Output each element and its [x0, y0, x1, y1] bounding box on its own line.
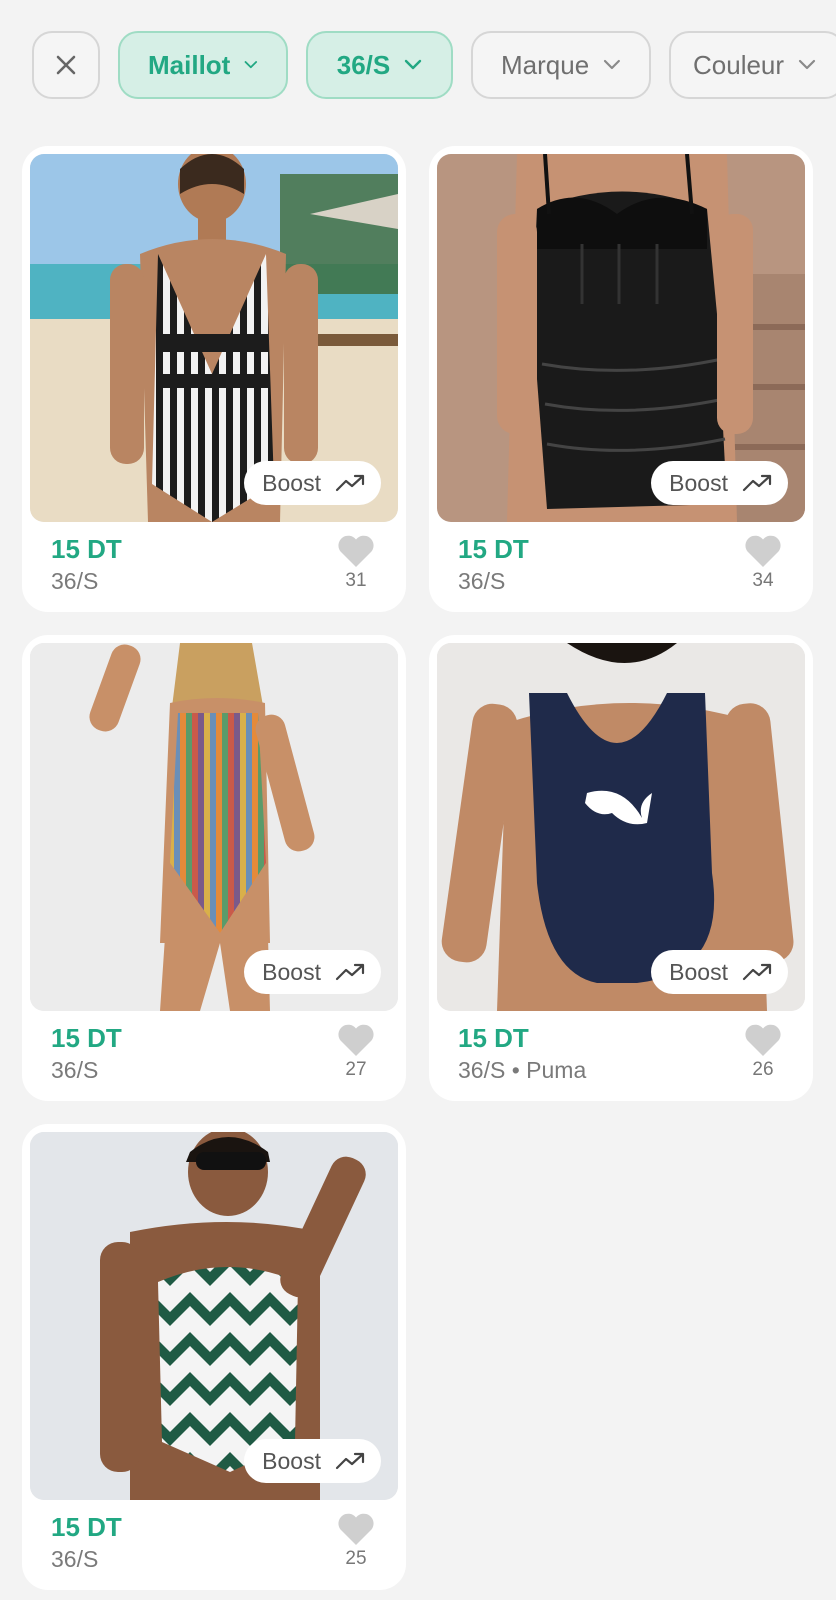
- boost-label: Boost: [669, 469, 728, 496]
- product-card[interactable]: Boost 15 DT 36/S 31: [22, 146, 406, 612]
- like-button[interactable]: 25: [334, 1512, 378, 1570]
- boost-label: Boost: [262, 469, 321, 496]
- trending-up-icon: [742, 474, 772, 492]
- product-price: 15 DT: [51, 1512, 122, 1542]
- trending-up-icon: [742, 963, 772, 981]
- product-size: 36/S: [51, 568, 99, 594]
- like-button[interactable]: 34: [741, 534, 785, 592]
- filter-chip-label: Maillot: [148, 49, 231, 80]
- chevron-down-icon: [405, 59, 422, 70]
- filter-chip-size[interactable]: 36/S: [306, 31, 453, 99]
- product-price: 15 DT: [51, 534, 122, 564]
- like-count: 31: [345, 570, 367, 591]
- product-grid: Boost 15 DT 36/S 31 Boost 15 DT 36/S 34 …: [22, 146, 813, 1590]
- heart-icon: [338, 535, 374, 567]
- heart-icon: [338, 1024, 374, 1056]
- product-image[interactable]: Boost: [30, 643, 398, 1011]
- product-card[interactable]: Boost 15 DT 36/S 25: [22, 1124, 406, 1590]
- boost-label: Boost: [262, 958, 321, 985]
- product-size: 36/S • Puma: [458, 1057, 587, 1083]
- product-card[interactable]: Boost 15 DT 36/S • Puma 26: [429, 635, 813, 1101]
- product-image[interactable]: Boost: [437, 643, 805, 1011]
- like-button[interactable]: 27: [334, 1023, 378, 1081]
- product-price: 15 DT: [458, 1023, 529, 1053]
- filter-chip-label: Couleur: [693, 49, 785, 80]
- filter-chip-label: 36/S: [336, 49, 391, 80]
- like-count: 26: [752, 1059, 774, 1080]
- heart-icon: [745, 1024, 781, 1056]
- chevron-down-icon: [244, 61, 258, 69]
- product-price: 15 DT: [51, 1023, 122, 1053]
- filter-bar: Maillot 36/S Marque Couleur: [32, 31, 836, 99]
- clear-filters-button[interactable]: [32, 31, 100, 99]
- like-count: 25: [345, 1548, 367, 1569]
- heart-icon: [745, 535, 781, 567]
- like-button[interactable]: 26: [741, 1023, 785, 1081]
- product-size: 36/S: [51, 1057, 99, 1083]
- product-size: 36/S: [51, 1546, 99, 1572]
- trending-up-icon: [335, 963, 365, 981]
- chevron-down-icon: [798, 59, 816, 70]
- boost-button[interactable]: Boost: [244, 950, 381, 994]
- filter-chip-color[interactable]: Couleur: [669, 31, 836, 99]
- product-card[interactable]: Boost 15 DT 36/S 34: [429, 146, 813, 612]
- boost-button[interactable]: Boost: [244, 1439, 381, 1483]
- product-image[interactable]: Boost: [30, 1132, 398, 1500]
- boost-button[interactable]: Boost: [651, 461, 788, 505]
- boost-button[interactable]: Boost: [244, 461, 381, 505]
- product-image[interactable]: Boost: [437, 154, 805, 522]
- filter-chip-label: Marque: [501, 49, 590, 80]
- like-count: 27: [345, 1059, 367, 1080]
- boost-label: Boost: [262, 1447, 321, 1474]
- trending-up-icon: [335, 1452, 365, 1470]
- heart-icon: [338, 1513, 374, 1545]
- close-icon: [56, 55, 76, 75]
- like-button[interactable]: 31: [334, 534, 378, 592]
- product-size: 36/S: [458, 568, 506, 594]
- product-image[interactable]: Boost: [30, 154, 398, 522]
- filter-chip-category[interactable]: Maillot: [118, 31, 288, 99]
- trending-up-icon: [335, 474, 365, 492]
- product-price: 15 DT: [458, 534, 529, 564]
- like-count: 34: [752, 570, 774, 591]
- boost-label: Boost: [669, 958, 728, 985]
- chevron-down-icon: [604, 59, 621, 70]
- product-card[interactable]: Boost 15 DT 36/S 27: [22, 635, 406, 1101]
- filter-chip-brand[interactable]: Marque: [471, 31, 651, 99]
- boost-button[interactable]: Boost: [651, 950, 788, 994]
